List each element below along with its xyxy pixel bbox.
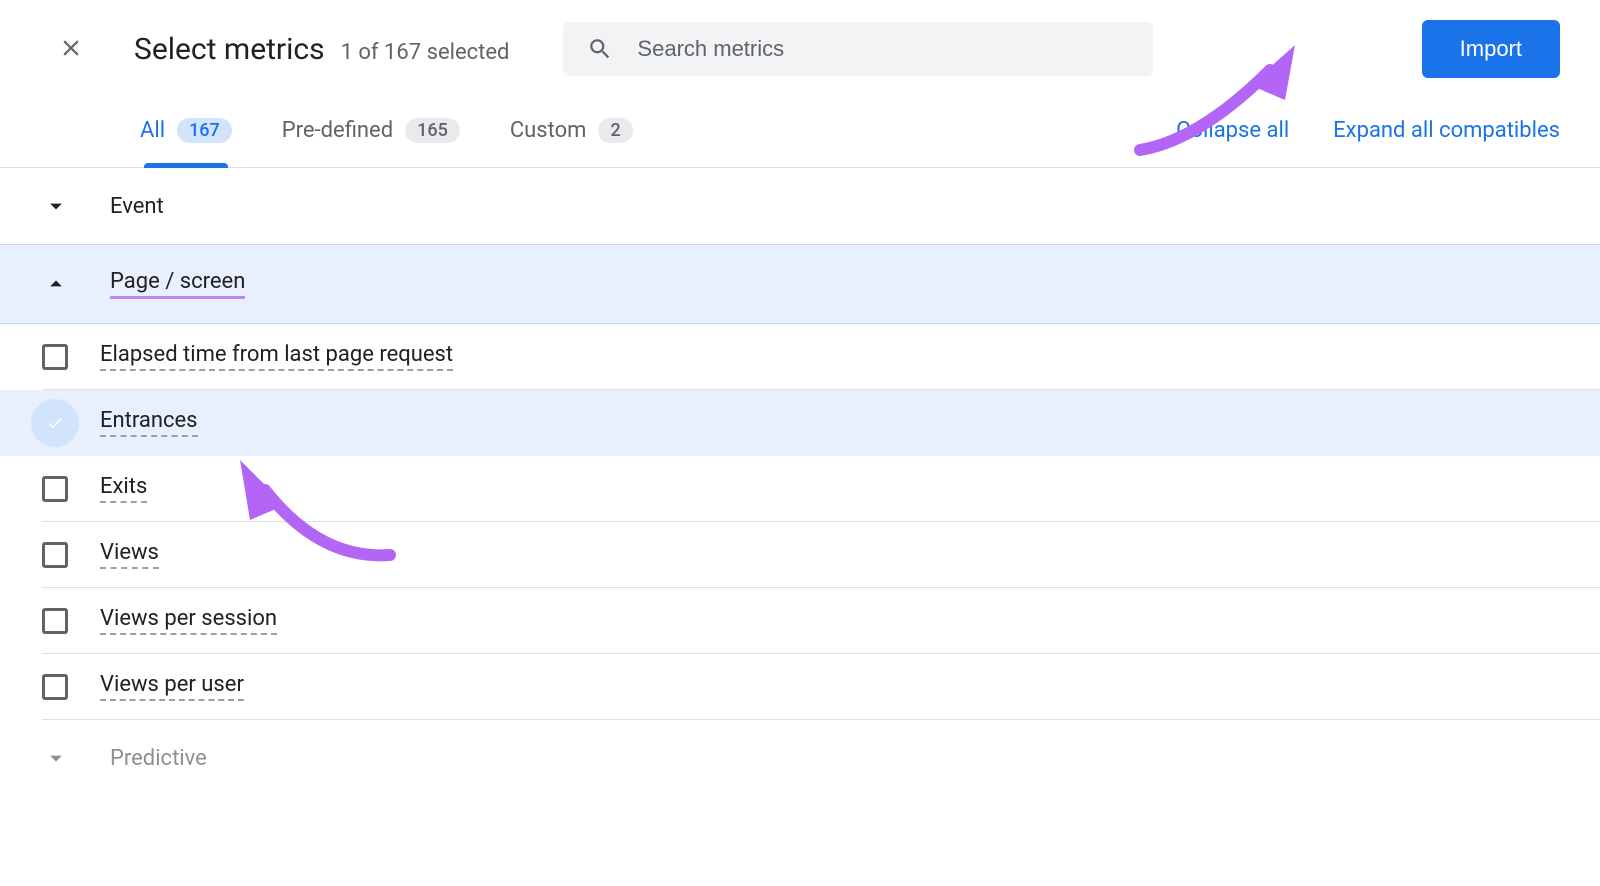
checkbox[interactable] xyxy=(42,674,68,700)
tab-badge: 167 xyxy=(177,118,232,143)
section-event[interactable]: Event xyxy=(0,168,1600,244)
metric-row[interactable]: Views per session xyxy=(42,588,1600,654)
tab-label: All xyxy=(140,118,165,143)
section-predictive[interactable]: Predictive xyxy=(0,720,1600,796)
section-title: Page / screen xyxy=(110,269,245,299)
chevron-up-icon xyxy=(42,270,70,298)
import-button[interactable]: Import xyxy=(1422,20,1560,78)
tab-row: All 167 Pre-defined 165 Custom 2 Collaps… xyxy=(0,98,1600,168)
search-input[interactable] xyxy=(637,36,1129,62)
tab-label: Pre-defined xyxy=(282,118,393,143)
checkbox[interactable] xyxy=(42,542,68,568)
expand-all-link[interactable]: Expand all compatibles xyxy=(1333,118,1560,143)
metric-name: Entrances xyxy=(100,408,198,437)
checkbox[interactable] xyxy=(42,344,68,370)
title-group: Select metrics 1 of 167 selected xyxy=(134,32,509,67)
section-page-screen[interactable]: Page / screen xyxy=(0,244,1600,324)
metric-row[interactable]: Views per user xyxy=(42,654,1600,720)
section-title: Event xyxy=(110,194,164,219)
metric-name: Exits xyxy=(100,474,147,503)
dialog-title: Select metrics xyxy=(134,32,325,67)
check-icon xyxy=(46,414,64,432)
metric-name: Views xyxy=(100,540,159,569)
dialog-header: Select metrics 1 of 167 selected Import xyxy=(0,0,1600,98)
checkbox[interactable] xyxy=(42,410,68,436)
action-links: Collapse all Expand all compatibles xyxy=(1176,118,1560,167)
checkbox[interactable] xyxy=(42,476,68,502)
tab-badge: 2 xyxy=(598,118,632,143)
metric-row[interactable]: Exits xyxy=(42,456,1600,522)
metric-list: Elapsed time from last page request Entr… xyxy=(0,324,1600,720)
tab-badge: 165 xyxy=(405,118,460,143)
collapse-all-link[interactable]: Collapse all xyxy=(1176,118,1289,143)
metric-name: Elapsed time from last page request xyxy=(100,342,453,371)
metric-row[interactable]: Views xyxy=(42,522,1600,588)
close-button[interactable] xyxy=(50,27,92,72)
chevron-down-icon xyxy=(42,744,70,772)
checkbox[interactable] xyxy=(42,608,68,634)
section-title: Predictive xyxy=(110,746,207,771)
tab-predefined[interactable]: Pre-defined 165 xyxy=(282,118,460,167)
chevron-down-icon xyxy=(42,192,70,220)
metric-name: Views per user xyxy=(100,672,244,701)
selection-count: 1 of 167 selected xyxy=(341,40,510,65)
metric-name: Views per session xyxy=(100,606,277,635)
tab-all[interactable]: All 167 xyxy=(140,118,232,167)
metric-row[interactable]: Elapsed time from last page request xyxy=(42,324,1600,390)
tab-label: Custom xyxy=(510,118,587,143)
search-box[interactable] xyxy=(563,22,1153,76)
search-icon xyxy=(587,36,613,62)
metric-row[interactable]: Entrances xyxy=(0,390,1600,456)
close-icon xyxy=(58,35,84,61)
tab-custom[interactable]: Custom 2 xyxy=(510,118,633,167)
